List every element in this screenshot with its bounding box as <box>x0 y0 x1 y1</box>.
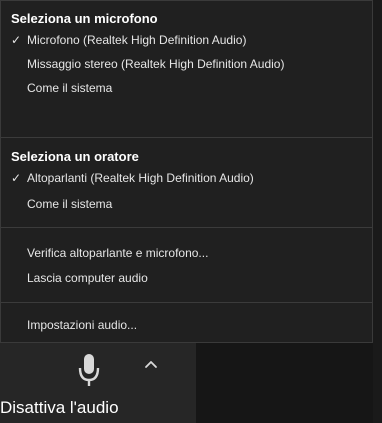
microphone-option-stereo-mix[interactable]: Missaggio stereo (Realtek High Definitio… <box>11 53 364 75</box>
microphone-icon <box>78 354 100 386</box>
speaker-section-title: Seleziona un oratore <box>11 149 139 164</box>
leave-computer-audio-item[interactable]: Lascia computer audio <box>11 267 364 289</box>
menu-divider <box>1 137 372 138</box>
chevron-up-icon[interactable] <box>143 357 159 373</box>
microphone-option-realtek[interactable]: ✓ Microfono (Realtek High Definition Audi… <box>11 29 364 51</box>
checkmark-icon: ✓ <box>11 171 22 185</box>
menu-item-label: Microfono (Realtek High Definition Audio… <box>27 33 247 47</box>
menu-item-label: Come il sistema <box>27 197 113 211</box>
menu-item-label: Impostazioni audio... <box>27 318 138 332</box>
audio-options-menu: Seleziona un microfono ✓ Microfono (Realt… <box>0 0 373 343</box>
menu-divider <box>1 227 372 228</box>
audio-settings-item[interactable]: Impostazioni audio... <box>11 314 364 336</box>
menu-item-label: Lascia computer audio <box>27 271 148 285</box>
menu-item-label: Altoparlanti (Realtek High Definition Au… <box>27 171 254 185</box>
mute-audio-button[interactable]: Disattiva l'audio <box>0 343 196 423</box>
test-speaker-mic-item[interactable]: Verifica altoparlante e microfono... <box>11 242 364 264</box>
menu-item-label: Come il sistema <box>27 81 113 95</box>
audio-menu-screen: Seleziona un microfono ✓ Microfono (Realt… <box>0 0 382 423</box>
menu-item-label: Verifica altoparlante e microfono... <box>27 246 209 260</box>
microphone-section-title: Seleziona un microfono <box>11 11 158 26</box>
menu-divider <box>1 302 372 303</box>
microphone-option-system[interactable]: Come il sistema <box>11 77 364 99</box>
speaker-option-system[interactable]: Come il sistema <box>11 193 364 215</box>
meeting-toolbar: Disattiva l'audio <box>0 343 373 423</box>
mute-audio-label: Disattiva l'audio <box>0 398 119 417</box>
speaker-option-realtek[interactable]: ✓ Altoparlanti (Realtek High Definition A… <box>11 167 364 189</box>
menu-item-label: Missaggio stereo (Realtek High Definitio… <box>27 57 285 71</box>
checkmark-icon: ✓ <box>11 33 22 47</box>
